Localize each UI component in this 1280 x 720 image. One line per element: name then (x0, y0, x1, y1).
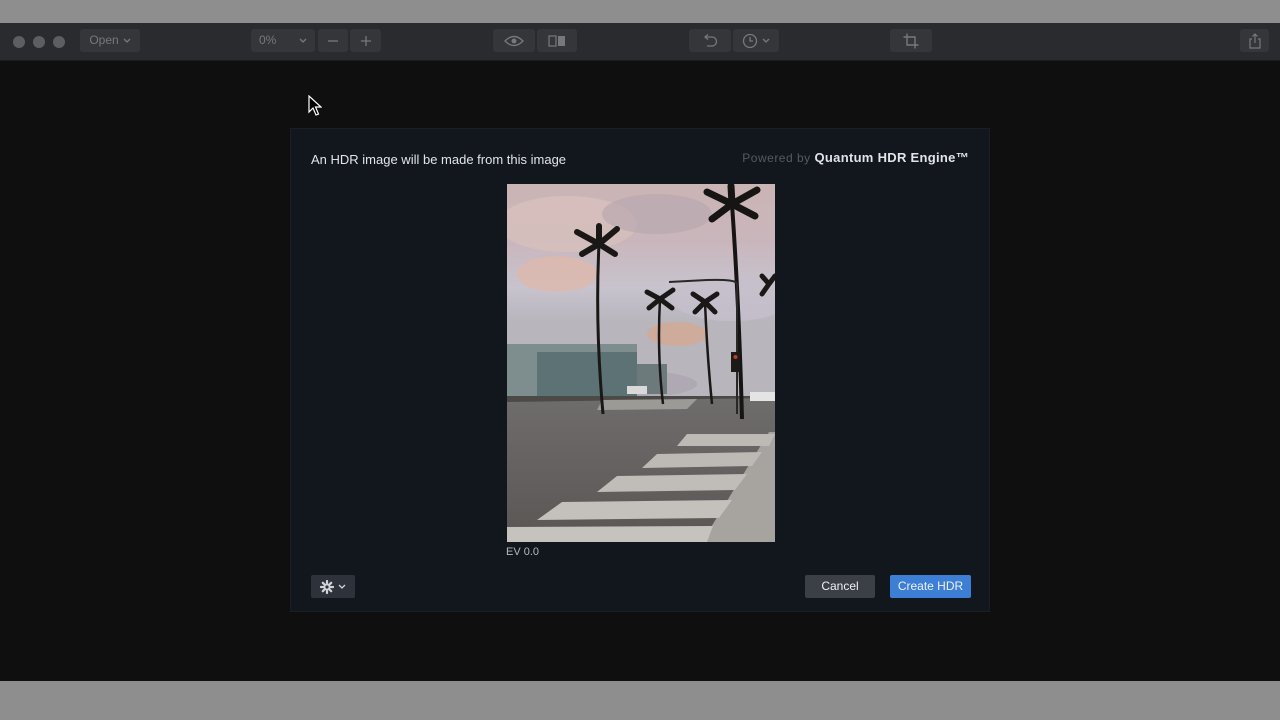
share-icon (1248, 32, 1261, 49)
app-window: Open 0% An HDR image will be made from t… (0, 23, 1280, 681)
toolbar: Open 0% (0, 23, 1280, 61)
open-label: Open (89, 33, 119, 47)
chevron-down-icon (338, 584, 346, 589)
crop-icon (903, 33, 919, 48)
zoom-value: 0% (259, 33, 277, 47)
hdr-dialog: An HDR image will be made from this imag… (290, 128, 990, 612)
create-hdr-button[interactable]: Create HDR (890, 575, 971, 598)
plus-icon (360, 35, 371, 46)
gear-icon (320, 579, 334, 594)
undo-icon (703, 33, 718, 47)
zoom-in-button[interactable] (350, 29, 381, 52)
minimize-window-button[interactable] (33, 36, 45, 48)
open-menu-button[interactable]: Open (80, 29, 140, 52)
history-button[interactable] (733, 29, 779, 52)
close-window-button[interactable] (13, 36, 25, 48)
powered-by-text: Powered by (742, 151, 811, 165)
undo-button[interactable] (689, 29, 731, 52)
compare-button[interactable] (537, 29, 577, 52)
zoom-window-button[interactable] (53, 36, 65, 48)
chevron-down-icon (123, 38, 131, 43)
dialog-title: An HDR image will be made from this imag… (311, 152, 567, 167)
minus-icon (328, 39, 338, 42)
compare-icon (548, 34, 565, 47)
settings-menu-button[interactable] (311, 575, 355, 598)
history-icon (742, 33, 758, 48)
cancel-button[interactable]: Cancel (805, 575, 875, 598)
desktop-background (0, 681, 1280, 720)
chevron-down-icon (762, 38, 770, 43)
mouse-cursor-icon (308, 95, 322, 116)
preview-button[interactable] (493, 29, 535, 52)
exposure-label: EV 0.0 (506, 546, 540, 558)
crop-button[interactable] (890, 29, 932, 52)
share-button[interactable] (1240, 29, 1269, 52)
eye-icon (504, 35, 524, 46)
chevron-down-icon (299, 38, 307, 43)
powered-by-label: Powered by Quantum HDR Engine™ (742, 150, 969, 165)
engine-brand: Quantum HDR Engine™ (814, 150, 969, 165)
source-image-thumbnail[interactable] (507, 184, 775, 542)
zoom-out-button[interactable] (318, 29, 348, 52)
zoom-select[interactable]: 0% (251, 29, 315, 52)
